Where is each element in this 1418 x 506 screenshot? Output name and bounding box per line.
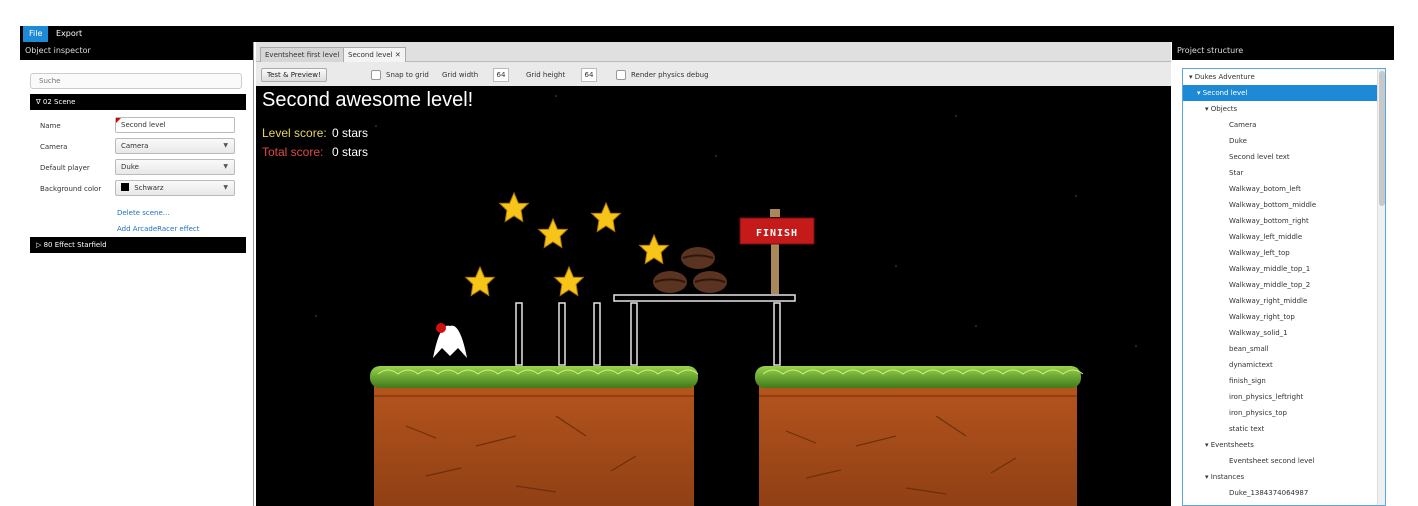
total-score-value: 0 stars	[332, 145, 369, 159]
chevron-down-icon: ▼	[223, 142, 228, 149]
search-input[interactable]	[30, 73, 242, 89]
background-color-select[interactable]: Schwarz ▼	[115, 180, 235, 196]
tree-item[interactable]: finish_sign	[1183, 373, 1385, 389]
level-score-label: Level score:	[262, 126, 327, 140]
project-tree[interactable]: ▾ Dukes Adventure ▾ Second level ▾ Objects…	[1182, 68, 1386, 506]
coffee-beans[interactable]	[653, 247, 727, 293]
menu-bar: File Export	[20, 26, 1394, 42]
tree-item[interactable]: Duke	[1183, 133, 1385, 149]
name-value: Second level	[121, 121, 166, 129]
render-physics-debug-label: Render physics debug	[631, 71, 709, 79]
total-score-label: Total score:	[262, 145, 324, 159]
name-label: Name	[40, 122, 61, 130]
menu-file[interactable]: File	[23, 26, 49, 42]
finish-sign-text: FINISH	[755, 228, 799, 239]
default-player-select[interactable]: Duke ▼	[115, 159, 235, 175]
editor-toolbar: Test & Preview! Snap to grid Grid width …	[256, 62, 1171, 86]
tab-second-level[interactable]: Second level ✕	[343, 47, 406, 62]
finish-sign[interactable]	[739, 209, 815, 294]
object-inspector-panel: Object inspector ∇ 02 Scene Name Second …	[20, 42, 254, 506]
tree-item[interactable]: iron_physics_leftright	[1183, 389, 1385, 405]
tree-item[interactable]: Walkway_right_top	[1183, 309, 1385, 325]
tree-item[interactable]: Second level text	[1183, 149, 1385, 165]
camera-select[interactable]: Camera ▼	[115, 138, 235, 154]
tree-item[interactable]: Camera	[1183, 117, 1385, 133]
tree-item[interactable]: ▾ Second level	[1183, 85, 1385, 101]
level-canvas[interactable]: Second awesome level! Level score: 0 sta…	[256, 86, 1171, 506]
tree-item[interactable]: Walkway_middle_top_2	[1183, 277, 1385, 293]
tree-item[interactable]: Star	[1183, 165, 1385, 181]
tree-item[interactable]: Walkway_left_top	[1183, 245, 1385, 261]
tree-scrollbar-thumb[interactable]	[1379, 71, 1385, 206]
chevron-down-icon: ▼	[223, 184, 228, 191]
level-title-text[interactable]: Second awesome level!	[262, 89, 473, 112]
tree-item[interactable]: iron_physics_top	[1183, 405, 1385, 421]
chevron-down-icon: ▼	[223, 163, 228, 170]
menu-export[interactable]: Export	[50, 26, 88, 42]
effect-section-header[interactable]: ▷ 80 Effect Starfield	[30, 237, 246, 253]
tree-item[interactable]: ▾ Instances	[1183, 469, 1385, 485]
tab-eventsheet-first-level[interactable]: Eventsheet first level	[260, 47, 345, 62]
background-color-label: Background color	[40, 185, 102, 193]
default-player-value: Duke	[121, 163, 139, 171]
tree-scrollbar[interactable]	[1377, 69, 1385, 505]
tree-item[interactable]: ▾ Dukes Adventure	[1183, 69, 1385, 85]
physics-pillars[interactable]	[515, 302, 781, 366]
tree-rows: ▾ Dukes Adventure ▾ Second level ▾ Objects…	[1183, 69, 1385, 501]
tree-item[interactable]: Walkway_left_middle	[1183, 229, 1385, 245]
ground-block-left[interactable]	[370, 366, 699, 506]
tree-item[interactable]: Walkway_solid_1	[1183, 325, 1385, 341]
color-swatch	[121, 183, 129, 191]
modified-marker	[116, 118, 121, 123]
level-scene	[315, 95, 1137, 506]
tree-item[interactable]: Walkway_bottom_middle	[1183, 197, 1385, 213]
tree-item[interactable]: Walkway_bottom_right	[1183, 213, 1385, 229]
duke-character[interactable]	[433, 323, 467, 358]
background-color-value: Schwarz	[134, 184, 164, 192]
level-score-value: 0 stars	[332, 126, 369, 140]
object-inspector-header: Object inspector	[20, 42, 253, 60]
snap-to-grid-checkbox[interactable]	[371, 70, 381, 80]
collectible-stars[interactable]	[464, 191, 670, 297]
tab-strip: Eventsheet first level Second level ✕	[256, 42, 1171, 62]
grid-width-input[interactable]: 64	[493, 68, 509, 82]
snap-to-grid-label: Snap to grid	[386, 71, 429, 79]
ground-block-right[interactable]	[755, 366, 1084, 506]
add-effect-link[interactable]: Add ArcadeRacer effect	[117, 225, 199, 233]
name-field[interactable]: Second level	[115, 117, 235, 133]
grid-width-label: Grid width	[442, 71, 479, 79]
scene-section-header[interactable]: ∇ 02 Scene	[30, 94, 246, 110]
project-structure-header: Project structure	[1172, 42, 1394, 60]
editor-panel: Eventsheet first level Second level ✕ Te…	[256, 42, 1171, 506]
test-preview-button[interactable]: Test & Preview!	[261, 68, 327, 82]
default-player-label: Default player	[40, 164, 90, 172]
tree-item[interactable]: Eventsheet second level	[1183, 453, 1385, 469]
camera-label: Camera	[40, 143, 68, 151]
tree-item[interactable]: Duke_1384374064987	[1183, 485, 1385, 501]
tree-item[interactable]: ▾ Eventsheets	[1183, 437, 1385, 453]
project-structure-panel: Project structure ▾ Dukes Adventure ▾ Sec…	[1172, 42, 1394, 506]
tree-item[interactable]: bean_small	[1183, 341, 1385, 357]
physics-beam[interactable]	[613, 294, 796, 302]
tree-item[interactable]: ▾ Objects	[1183, 101, 1385, 117]
camera-value: Camera	[121, 142, 149, 150]
starfield	[315, 95, 1137, 347]
tree-item[interactable]: dynamictext	[1183, 357, 1385, 373]
grid-height-label: Grid height	[526, 71, 566, 79]
grid-height-input[interactable]: 64	[581, 68, 597, 82]
tree-item[interactable]: Walkway_botom_left	[1183, 181, 1385, 197]
delete-scene-link[interactable]: Delete scene...	[117, 209, 169, 217]
render-physics-debug-checkbox[interactable]	[616, 70, 626, 80]
tree-item[interactable]: static text	[1183, 421, 1385, 437]
tree-item[interactable]: Walkway_middle_top_1	[1183, 261, 1385, 277]
tree-item[interactable]: Walkway_right_middle	[1183, 293, 1385, 309]
